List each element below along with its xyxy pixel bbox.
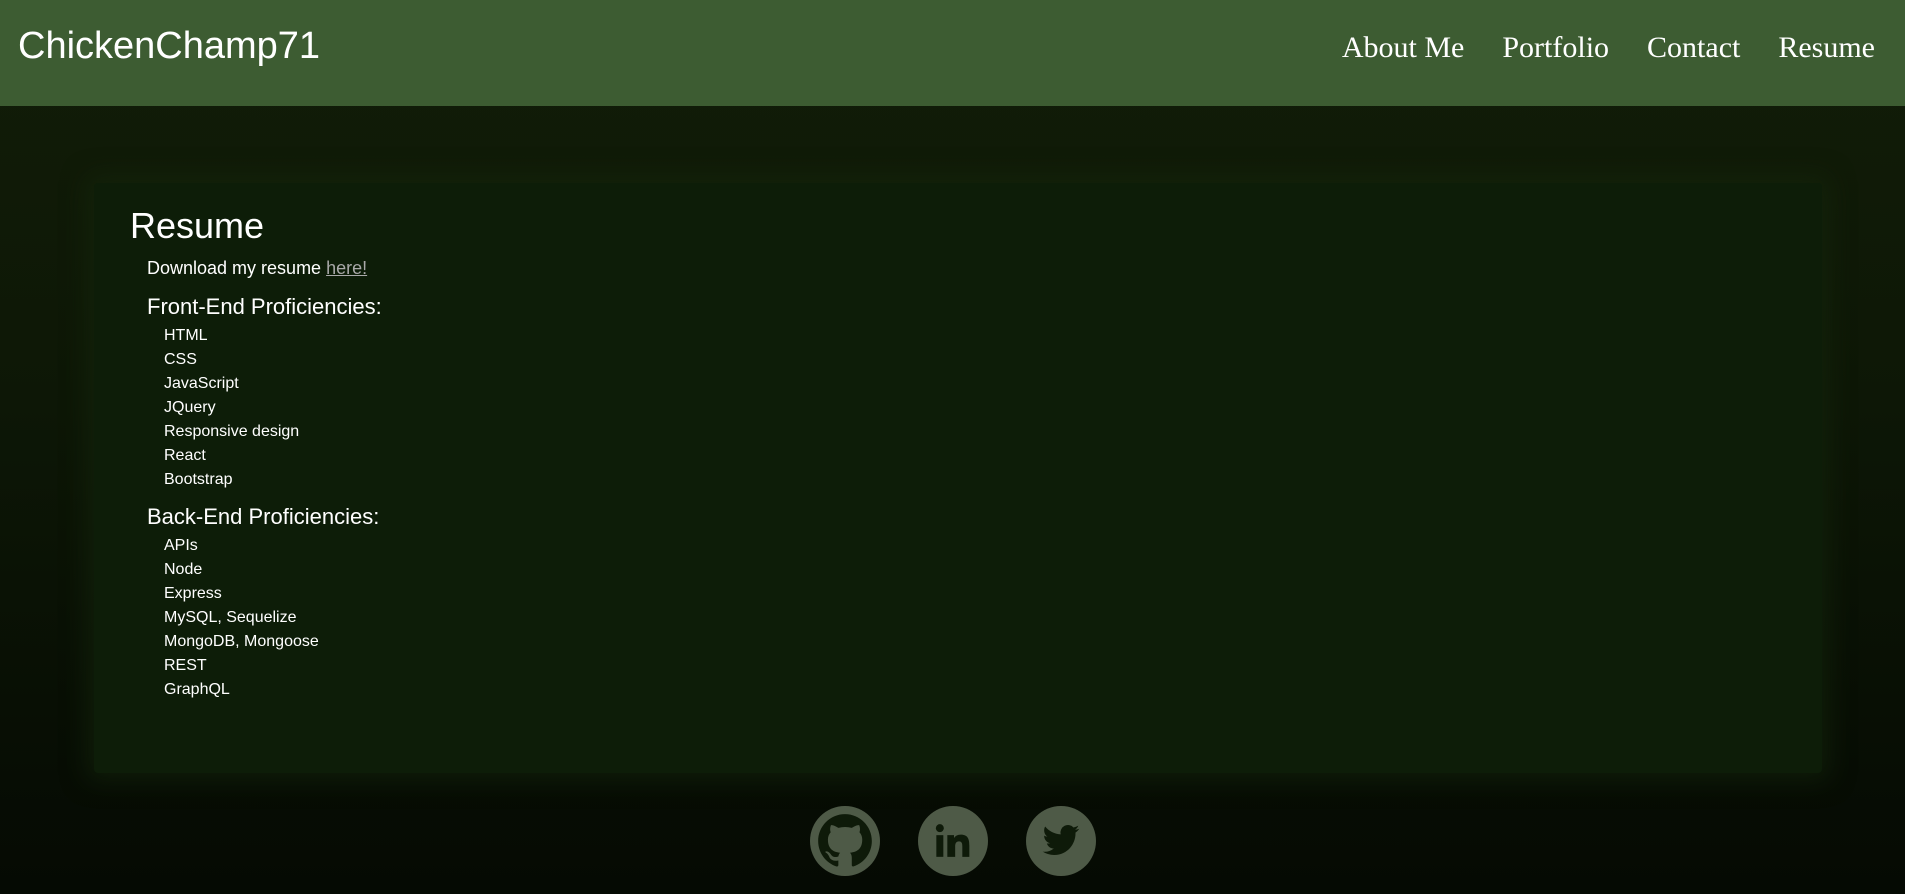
main-nav: About Me Portfolio Contact Resume	[1342, 26, 1875, 70]
twitter-link[interactable]	[1025, 806, 1096, 876]
list-item: CSS	[164, 351, 197, 368]
resume-card: Resume Download my resume here! Front-En…	[94, 183, 1822, 773]
download-resume-link[interactable]: here!	[326, 258, 367, 278]
list-item: Node	[164, 561, 203, 578]
list-item: Express	[164, 585, 222, 602]
nav-contact[interactable]: Contact	[1647, 26, 1740, 70]
frontend-heading: Front-End Proficiencies:	[147, 294, 382, 319]
list-item: Responsive design	[164, 423, 300, 440]
backend-heading: Back-End Proficiencies:	[147, 504, 380, 529]
linkedin-icon	[935, 824, 969, 857]
list-item: REST	[164, 657, 207, 674]
frontend-list: HTML CSS JavaScript JQuery Responsive de…	[164, 324, 299, 492]
github-icon	[817, 814, 872, 867]
list-item: Bootstrap	[164, 471, 233, 488]
page-title: Resume	[130, 205, 265, 246]
brand-link[interactable]: ChickenChamp71	[18, 22, 320, 70]
list-item: React	[164, 447, 206, 464]
site-header: ChickenChamp71 About Me Portfolio Contac…	[0, 0, 1905, 106]
list-item: HTML	[164, 327, 208, 344]
download-text: Download my resume	[147, 258, 327, 278]
list-item: JQuery	[164, 399, 216, 416]
nav-portfolio[interactable]: Portfolio	[1502, 26, 1609, 70]
nav-about-me[interactable]: About Me	[1342, 26, 1465, 70]
nav-resume[interactable]: Resume	[1778, 26, 1875, 70]
twitter-icon	[1042, 825, 1079, 856]
list-item: MongoDB, Mongoose	[164, 633, 319, 650]
social-links	[0, 806, 1905, 876]
linkedin-link[interactable]	[917, 806, 988, 876]
download-line: Download my resume here!	[147, 257, 367, 279]
list-item: APIs	[164, 537, 198, 554]
github-link[interactable]	[809, 806, 880, 876]
list-item: MySQL, Sequelize	[164, 609, 297, 626]
list-item: JavaScript	[164, 375, 239, 392]
list-item: GraphQL	[164, 681, 230, 698]
backend-list: APIs Node Express MySQL, Sequelize Mongo…	[164, 534, 319, 702]
